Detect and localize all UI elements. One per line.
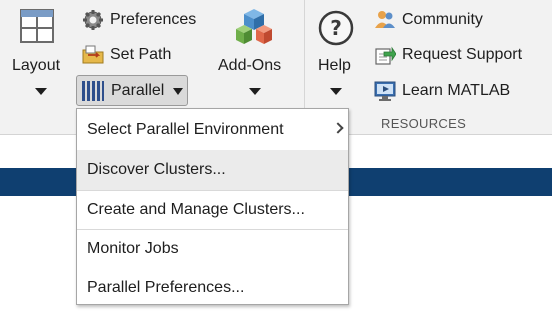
addons-label: Add-Ons [218, 57, 282, 74]
community-button[interactable]: Community [374, 8, 483, 32]
menu-item-label: Discover Clusters... [87, 161, 226, 178]
support-arrow-icon [375, 46, 396, 65]
community-label: Community [402, 11, 483, 28]
set-path-label: Set Path [110, 46, 172, 63]
chevron-down-icon [173, 88, 183, 95]
parallel-dropdown-menu: Select Parallel Environment Discover Clu… [76, 108, 349, 305]
layout-button[interactable]: Layout [8, 0, 70, 112]
people-icon [375, 11, 395, 28]
menu-item-monitor-jobs[interactable]: Monitor Jobs [77, 229, 348, 269]
preferences-button[interactable]: Preferences [82, 8, 196, 32]
menu-item-create-manage-clusters[interactable]: Create and Manage Clusters... [77, 190, 348, 230]
chevron-right-icon [332, 122, 344, 134]
monitor-learn-icon [374, 81, 396, 101]
resources-group-label: RESOURCES [381, 116, 467, 131]
menu-item-select-parallel-environment[interactable]: Select Parallel Environment [77, 110, 348, 150]
set-path-button[interactable]: Set Path [82, 43, 171, 67]
menu-item-discover-clusters[interactable]: Discover Clusters... [77, 150, 348, 190]
learn-matlab-label: Learn MATLAB [402, 82, 511, 99]
chevron-down-icon [35, 88, 47, 95]
request-support-button[interactable]: Request Support [374, 43, 522, 67]
layout-label: Layout [12, 57, 61, 74]
menu-item-label: Monitor Jobs [87, 240, 179, 257]
menu-item-label: Select Parallel Environment [87, 121, 284, 138]
chevron-down-icon [249, 88, 261, 95]
parallel-bars-icon [82, 81, 104, 101]
svg-text:?: ? [330, 16, 342, 40]
layout-grid-icon [20, 9, 54, 43]
preferences-label: Preferences [110, 11, 197, 28]
help-button[interactable]: ? Help [314, 0, 360, 112]
menu-item-parallel-preferences[interactable]: Parallel Preferences... [77, 268, 348, 308]
help-label: Help [318, 57, 351, 74]
learn-matlab-button[interactable]: Learn MATLAB [374, 79, 510, 103]
addons-button[interactable]: Add-Ons [216, 0, 296, 112]
menu-item-label: Parallel Preferences... [87, 279, 245, 296]
gear-icon [83, 10, 103, 30]
folder-path-icon [82, 45, 104, 64]
request-support-label: Request Support [402, 46, 523, 63]
parallel-button[interactable]: Parallel [76, 75, 188, 106]
cubes-icon [236, 9, 272, 44]
question-icon: ? [318, 10, 354, 46]
chevron-down-icon [330, 88, 342, 95]
menu-item-label: Create and Manage Clusters... [87, 201, 305, 218]
parallel-label: Parallel [111, 82, 165, 99]
